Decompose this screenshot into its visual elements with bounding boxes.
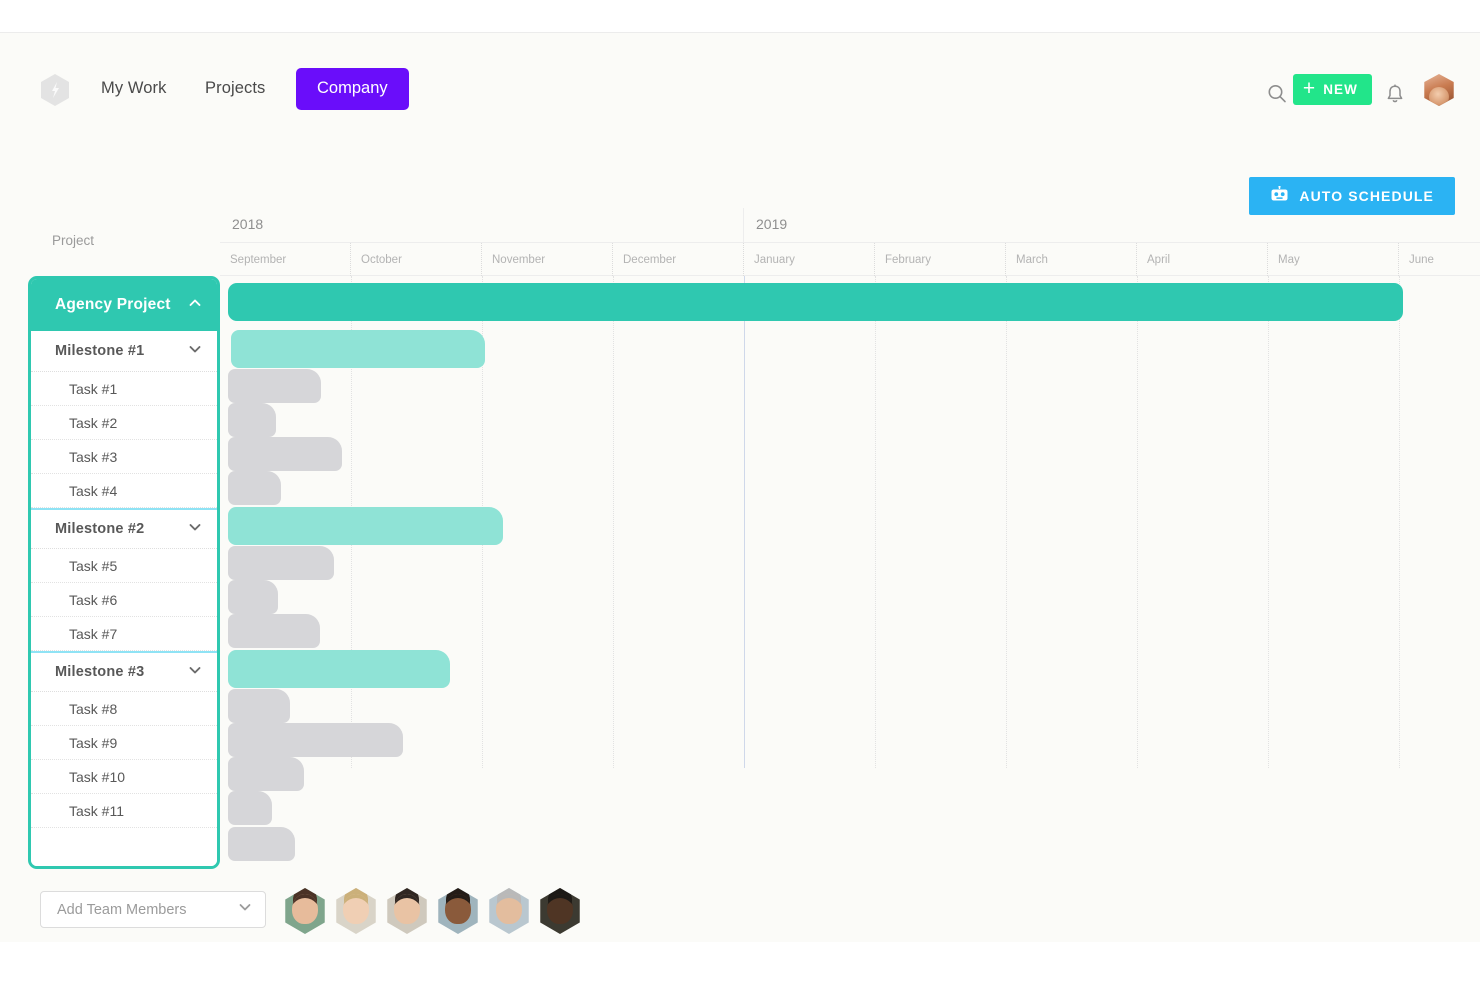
team-member-3[interactable]: [387, 888, 427, 934]
gantt-chart: Project 2018 2019 September October Novembe…: [0, 173, 1480, 873]
app-window: My Work Projects Company + NEW AUTO SCHE…: [0, 32, 1480, 942]
gantt-bar-milestone-2[interactable]: [228, 506, 503, 545]
task-row-label: Task #1: [69, 380, 118, 397]
timeline-month-may: May: [1268, 243, 1399, 276]
project-row-agency-project[interactable]: Agency Project: [31, 279, 217, 331]
timeline-month-january: January: [744, 243, 875, 276]
app-logo-icon: [40, 73, 70, 107]
timeline-month-row: September October November December January F…: [220, 242, 1480, 276]
milestone-row-label: Milestone #1: [55, 343, 145, 359]
new-button-label: NEW: [1323, 82, 1358, 97]
project-row-label: Agency Project: [55, 296, 171, 313]
milestone-row-milestone-1[interactable]: Milestone #1: [31, 331, 217, 372]
task-row-task-2[interactable]: Task #2: [31, 406, 217, 440]
milestone-row-milestone-3[interactable]: Milestone #3: [31, 651, 217, 692]
timeline-month-december: December: [613, 243, 744, 276]
project-task-list: Agency Project Milestone #1 Task #1 Task #2…: [28, 276, 220, 869]
gantt-bar-task-2[interactable]: [228, 403, 276, 437]
milestone-row-label: Milestone #2: [55, 521, 145, 537]
timeline-month-february: February: [875, 243, 1006, 276]
avatar-face: [394, 894, 420, 925]
task-row-task-5[interactable]: Task #5: [31, 549, 217, 583]
task-row-label: Task #4: [69, 482, 118, 499]
timeline-month-march: March: [1006, 243, 1137, 276]
task-row-task-3[interactable]: Task #3: [31, 440, 217, 474]
timeline-year-2018: 2018: [220, 208, 744, 242]
chevron-down-icon[interactable]: [187, 662, 203, 683]
team-member-4[interactable]: [438, 888, 478, 934]
gantt-bar-milestone-3[interactable]: [228, 649, 450, 688]
task-row-task-7[interactable]: Task #7: [31, 617, 217, 651]
avatar-face: [343, 894, 369, 925]
new-button[interactable]: + NEW: [1292, 74, 1372, 105]
nav-my-work[interactable]: My Work: [101, 79, 166, 98]
task-row-task-9[interactable]: Task #9: [31, 726, 217, 760]
app-header: My Work Projects Company + NEW AUTO SCHE…: [0, 59, 1480, 215]
task-row-label: Task #6: [69, 591, 118, 608]
gantt-bar-row-15[interactable]: [228, 827, 295, 861]
avatar-face: [445, 894, 471, 925]
gantt-bar-task-11[interactable]: [228, 791, 272, 825]
gantt-bar-task-1[interactable]: [228, 369, 321, 403]
task-row-task-10[interactable]: Task #10: [31, 760, 217, 794]
team-member-6[interactable]: [540, 888, 580, 934]
search-icon[interactable]: [1266, 83, 1288, 105]
team-member-2[interactable]: [336, 888, 376, 934]
team-member-1[interactable]: [285, 888, 325, 934]
task-row-label: Task #3: [69, 448, 118, 465]
task-row-label: Task #7: [69, 625, 118, 642]
gantt-bar-task-4[interactable]: [228, 471, 281, 505]
footer: Add Team Members: [0, 878, 1480, 948]
timeline-header: 2018 2019 September October November Decembe…: [220, 208, 1480, 276]
timeline-month-october: October: [351, 243, 482, 276]
chevron-down-icon[interactable]: [187, 341, 203, 362]
timeline-year-2019: 2019: [744, 208, 1480, 242]
gantt-bars: [220, 276, 1480, 861]
team-member-5[interactable]: [489, 888, 529, 934]
gantt-bar-milestone-1[interactable]: [231, 329, 485, 368]
nav-projects[interactable]: Projects: [205, 79, 265, 98]
task-row-label: Task #10: [69, 768, 126, 785]
nav-company[interactable]: Company: [296, 68, 409, 110]
task-row-task-8[interactable]: Task #8: [31, 692, 217, 726]
gantt-bar-task-10[interactable]: [228, 757, 304, 791]
task-row-task-1[interactable]: Task #1: [31, 372, 217, 406]
avatar-face: [292, 894, 318, 925]
milestone-row-label: Milestone #3: [55, 664, 145, 680]
task-row-task-11[interactable]: Task #11: [31, 794, 217, 828]
user-avatar[interactable]: [1424, 74, 1454, 106]
chevron-up-icon[interactable]: [187, 295, 203, 316]
task-row-label: Task #9: [69, 734, 118, 751]
chevron-down-icon: [237, 899, 253, 920]
gantt-bar-task-9[interactable]: [228, 723, 403, 757]
gantt-bar-task-8[interactable]: [228, 689, 290, 723]
task-row-task-6[interactable]: Task #6: [31, 583, 217, 617]
gantt-bar-task-5[interactable]: [228, 546, 334, 580]
gantt-bar-agency-project[interactable]: [228, 283, 1403, 321]
timeline-year-row: 2018 2019: [220, 208, 1480, 242]
timeline-month-june: June: [1399, 243, 1480, 276]
team-avatar-list: [284, 888, 581, 934]
bell-icon[interactable]: [1385, 83, 1405, 105]
avatar-face: [496, 894, 522, 925]
gantt-bar-task-6[interactable]: [228, 580, 278, 614]
add-team-members-label: Add Team Members: [57, 901, 187, 918]
gantt-bar-task-3[interactable]: [228, 437, 342, 471]
timeline-month-november: November: [482, 243, 613, 276]
avatar-face: [547, 894, 573, 925]
column-header-project: Project: [52, 233, 95, 248]
timeline-month-september: September: [220, 243, 351, 276]
timeline-month-april: April: [1137, 243, 1268, 276]
task-row-label: Task #5: [69, 557, 118, 574]
milestone-row-milestone-2[interactable]: Milestone #2: [31, 508, 217, 549]
plus-icon: +: [1302, 77, 1317, 100]
task-row-label: Task #11: [69, 802, 124, 819]
chevron-down-icon[interactable]: [187, 519, 203, 540]
task-row-label: Task #8: [69, 700, 118, 717]
task-row-label: Task #2: [69, 414, 118, 431]
empty-row: [31, 828, 217, 866]
gantt-bar-task-7[interactable]: [228, 614, 320, 648]
task-row-task-4[interactable]: Task #4: [31, 474, 217, 508]
add-team-members-select[interactable]: Add Team Members: [40, 891, 266, 928]
